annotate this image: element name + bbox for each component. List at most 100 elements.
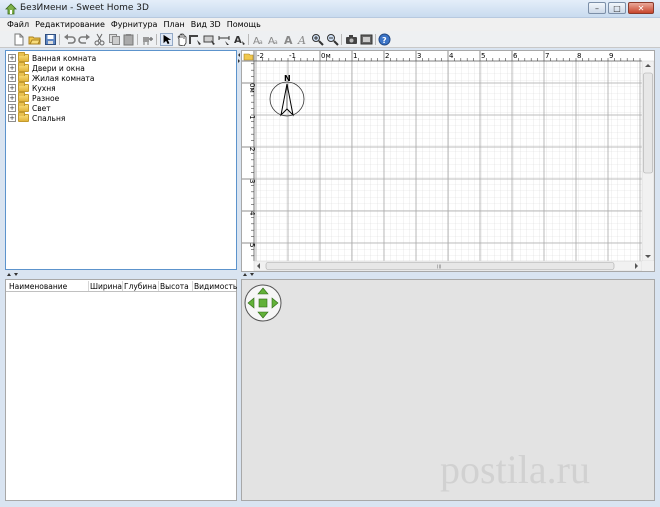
splitter-arrows-icon[interactable] bbox=[242, 272, 256, 277]
menu-furniture[interactable]: Фурнитура bbox=[108, 18, 161, 31]
folder-icon bbox=[18, 112, 29, 122]
y-tick-label: 3 bbox=[248, 179, 256, 183]
help-icon[interactable]: ? bbox=[378, 33, 391, 46]
tree-item-bedroom[interactable]: + Спальня bbox=[8, 112, 66, 123]
copy-icon[interactable] bbox=[108, 33, 121, 46]
create-dimensions-icon[interactable] bbox=[218, 33, 231, 46]
text-style-icon[interactable]: Aa bbox=[252, 33, 265, 46]
svg-text:?: ? bbox=[382, 36, 387, 45]
italic-icon[interactable]: A bbox=[282, 33, 295, 46]
zoom-in-icon[interactable] bbox=[311, 33, 324, 46]
expand-icon[interactable]: + bbox=[8, 114, 16, 122]
folder-icon bbox=[18, 72, 29, 82]
x-tick-label: -1 bbox=[289, 52, 296, 60]
tree-item-kitchen[interactable]: + Кухня bbox=[8, 82, 56, 93]
expand-icon[interactable]: + bbox=[8, 94, 16, 102]
expand-icon[interactable]: + bbox=[8, 84, 16, 92]
menu-plan[interactable]: План bbox=[160, 18, 187, 31]
svg-text:A: A bbox=[297, 34, 306, 46]
column-name[interactable]: Наименование bbox=[9, 282, 67, 291]
y-tick-label: 0м bbox=[248, 83, 256, 93]
x-tick-label: 7 bbox=[545, 52, 549, 60]
create-rooms-icon[interactable] bbox=[203, 33, 216, 46]
ruler-corner-icon[interactable] bbox=[243, 53, 254, 61]
furniture-table[interactable]: Наименование Ширина Глубина Высота Видим… bbox=[5, 279, 237, 501]
tree-item-label: Спальня bbox=[32, 113, 66, 123]
x-tick-label: 1 bbox=[353, 52, 357, 60]
navigation-arrows-icon[interactable] bbox=[243, 283, 283, 323]
expand-icon[interactable]: + bbox=[8, 74, 16, 82]
title-bar: БезИмени - Sweet Home 3D – □ ✕ bbox=[0, 0, 660, 18]
pan-icon[interactable] bbox=[175, 33, 188, 46]
bold-icon[interactable]: Aa bbox=[267, 33, 280, 46]
new-file-icon[interactable] bbox=[12, 33, 25, 46]
sweet-home-app-icon bbox=[5, 3, 17, 15]
menu-edit[interactable]: Редактирование bbox=[32, 18, 108, 31]
plan-horizontal-scrollbar[interactable] bbox=[253, 260, 643, 271]
menu-file[interactable]: Файл bbox=[4, 18, 32, 31]
svg-text:A: A bbox=[284, 34, 293, 46]
x-tick-label: 2 bbox=[385, 52, 389, 60]
folder-icon bbox=[18, 92, 29, 102]
undo-icon[interactable] bbox=[63, 33, 76, 46]
window-controls: – □ ✕ bbox=[588, 2, 654, 16]
zoom-out-icon[interactable] bbox=[326, 33, 339, 46]
furniture-table-header: Наименование Ширина Глубина Высота Видим… bbox=[6, 280, 237, 292]
add-furniture-icon[interactable] bbox=[141, 33, 154, 46]
watermark: postila.ru bbox=[440, 446, 590, 493]
compass-north-label: N bbox=[284, 74, 291, 83]
tree-item-misc[interactable]: + Разное bbox=[8, 92, 60, 103]
y-tick-label: 1 bbox=[248, 115, 256, 119]
folder-icon bbox=[18, 52, 29, 62]
watermark-text: postila bbox=[440, 447, 547, 492]
x-tick-label: 4 bbox=[449, 52, 454, 60]
scroll-grip: III bbox=[437, 265, 441, 271]
toolbar: A Aa Aa A A ? bbox=[0, 31, 660, 48]
plan-grid[interactable]: -2 -1 0м 1 2 3 4 5 6 7 8 9 0м 1 2 3 4 5 … bbox=[242, 51, 654, 271]
plan-vertical-scrollbar[interactable] bbox=[641, 60, 654, 262]
y-tick-label: 4 bbox=[248, 211, 256, 216]
expand-icon[interactable]: + bbox=[8, 54, 16, 62]
x-tick-label: -2 bbox=[257, 52, 264, 60]
plan-view[interactable]: -2 -1 0м 1 2 3 4 5 6 7 8 9 0м 1 2 3 4 5 … bbox=[241, 50, 655, 272]
tree-item-lights[interactable]: + Свет bbox=[8, 102, 51, 113]
cut-icon[interactable] bbox=[93, 33, 106, 46]
menu-3d-view[interactable]: Вид 3D bbox=[188, 18, 224, 31]
svg-text:A: A bbox=[234, 35, 242, 46]
add-text-icon[interactable]: A bbox=[233, 33, 246, 46]
column-height[interactable]: Высота bbox=[160, 282, 189, 291]
column-depth[interactable]: Глубина bbox=[124, 282, 157, 291]
column-width[interactable]: Ширина bbox=[90, 282, 122, 291]
furniture-catalog-tree[interactable]: + Ванная комната + Двери и окна + Жилая ком… bbox=[5, 50, 237, 270]
save-icon[interactable] bbox=[44, 33, 57, 46]
maximize-button[interactable]: □ bbox=[608, 2, 626, 14]
watermark-dot: . bbox=[546, 447, 557, 492]
tree-item-label: Двери и окна bbox=[32, 63, 85, 73]
close-button[interactable]: ✕ bbox=[628, 2, 654, 14]
tree-item-label: Свет bbox=[32, 103, 51, 113]
x-tick-label: 6 bbox=[513, 52, 518, 60]
text-size-icon[interactable]: A bbox=[296, 33, 309, 46]
splitter-arrows-icon[interactable] bbox=[6, 272, 20, 277]
redo-icon[interactable] bbox=[78, 33, 91, 46]
expand-icon[interactable]: + bbox=[8, 104, 16, 112]
menu-help[interactable]: Помощь bbox=[224, 18, 264, 31]
x-tick-label: 3 bbox=[417, 52, 421, 60]
menu-bar: Файл Редактирование Фурнитура План Вид 3… bbox=[0, 18, 660, 31]
expand-icon[interactable]: + bbox=[8, 64, 16, 72]
create-photo-icon[interactable] bbox=[345, 33, 358, 46]
column-visibility[interactable]: Видимость bbox=[194, 282, 237, 291]
tree-item-label: Ванная комната bbox=[32, 53, 97, 63]
minimize-button[interactable]: – bbox=[588, 2, 606, 14]
tree-item-label: Разное bbox=[32, 93, 60, 103]
select-icon[interactable] bbox=[160, 33, 173, 46]
folder-icon bbox=[18, 102, 29, 112]
paste-icon[interactable] bbox=[122, 33, 135, 46]
x-tick-label: 8 bbox=[577, 52, 581, 60]
create-video-icon[interactable] bbox=[360, 33, 373, 46]
folder-icon bbox=[18, 82, 29, 92]
folder-icon bbox=[18, 62, 29, 72]
y-tick-label: 5 bbox=[248, 243, 256, 247]
create-walls-icon[interactable] bbox=[189, 33, 202, 46]
open-icon[interactable] bbox=[28, 33, 41, 46]
